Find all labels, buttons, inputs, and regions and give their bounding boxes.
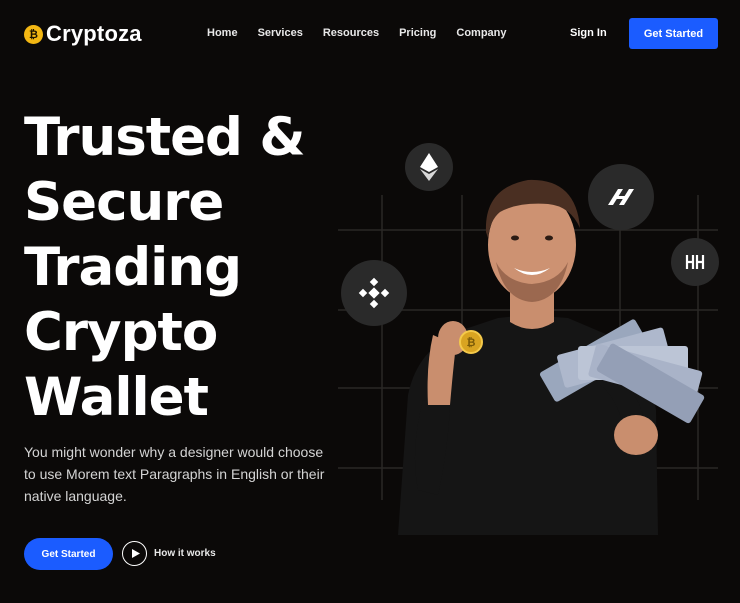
sign-in-link[interactable]: Sign In — [570, 27, 607, 39]
main-nav: Home Services Resources Pricing Company — [207, 27, 507, 39]
how-it-works-link[interactable]: How it works — [122, 541, 216, 566]
hive-icon — [588, 164, 654, 230]
nav-item-resources[interactable]: Resources — [323, 27, 379, 39]
brand-name: Cryptoza — [46, 21, 142, 46]
hero-visual: ₿ — [338, 143, 740, 535]
hero-title-line: Trusted & — [24, 107, 306, 168]
how-it-works-label: How it works — [154, 548, 216, 559]
hero-title-line: Crypto — [24, 302, 218, 363]
hero-description: You might wonder why a designer would ch… — [24, 444, 325, 504]
hero-title: Trusted & Secure Trading Crypto Wallet — [24, 105, 344, 430]
site-header: ₿ Cryptoza Home Services Resources Prici… — [0, 0, 740, 70]
ethereum-icon — [405, 143, 453, 191]
nav-item-services[interactable]: Services — [258, 27, 303, 39]
bitcoin-coin-icon: ₿ — [24, 24, 43, 44]
svg-text:₿: ₿ — [467, 336, 476, 349]
nav-item-company[interactable]: Company — [456, 27, 506, 39]
hero-title-line: Trading — [24, 237, 242, 298]
nav-item-home[interactable]: Home — [207, 27, 238, 39]
hero-person-photo: ₿ — [398, 179, 705, 535]
binance-icon — [341, 260, 407, 326]
hero-get-started-button[interactable]: Get Started — [24, 538, 113, 570]
play-icon[interactable] — [122, 541, 147, 566]
hero-title-line: Secure — [24, 172, 224, 233]
hero-title-line: Wallet — [24, 367, 209, 428]
brand-logo[interactable]: ₿ Cryptoza — [24, 21, 142, 47]
harmony-icon — [671, 238, 719, 286]
header-get-started-button[interactable]: Get Started — [629, 18, 718, 49]
nav-item-pricing[interactable]: Pricing — [399, 27, 436, 39]
